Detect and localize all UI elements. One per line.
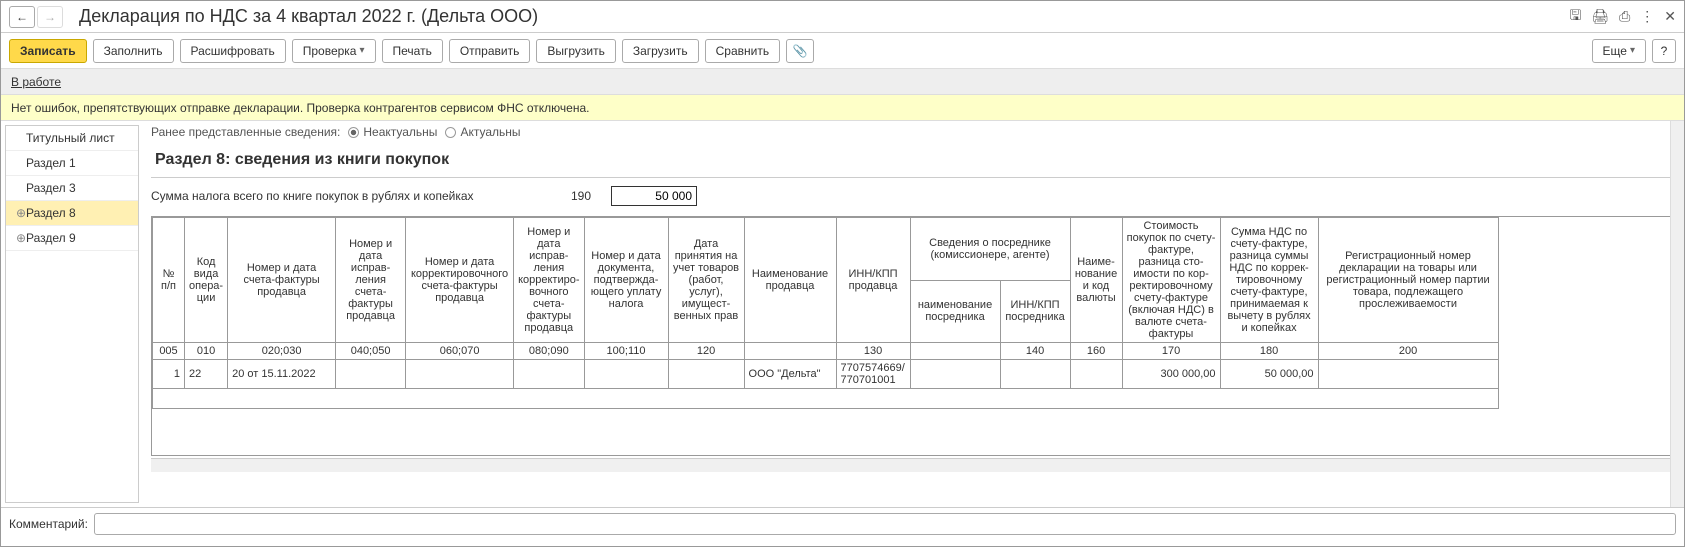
th-corr: Номер и дата исправ-ления счета-фактуры … <box>336 218 406 343</box>
th-adj-corr: Номер и дата исправ-ления корректиро-воч… <box>514 218 584 343</box>
code-cell: 060;070 <box>406 343 514 360</box>
code-cell: 010 <box>185 343 228 360</box>
th-agent: Сведения о посреднике (комиссионере, аге… <box>910 218 1070 281</box>
page-title: Декларация по НДС за 4 квартал 2022 г. (… <box>79 6 1569 27</box>
comment-label: Комментарий: <box>9 517 88 531</box>
close-icon[interactable]: ✕ <box>1664 8 1676 25</box>
sidebar-item-section8[interactable]: ⊕Раздел 8 <box>6 201 138 226</box>
compare-button[interactable]: Сравнить <box>705 39 780 63</box>
cell: 7707574669/770701001 <box>836 360 910 389</box>
radio-not-actual[interactable]: Неактуальны <box>348 125 437 139</box>
code-cell: 140 <box>1000 343 1070 360</box>
th-vat: Сумма НДС по счету-фактуре, разница сумм… <box>1220 218 1318 343</box>
horizontal-scrollbar[interactable] <box>151 458 1676 472</box>
section-title: Раздел 8: сведения из книги покупок <box>151 145 1676 178</box>
prev-data-row: Ранее представленные сведения: Неактуаль… <box>151 125 1676 139</box>
radio-dot-icon <box>445 127 456 138</box>
th-inn: ИНН/КПП продавца <box>836 218 910 343</box>
code-cell: 005 <box>153 343 185 360</box>
cell <box>1318 360 1498 389</box>
sum-label: Сумма налога всего по книге покупок в ру… <box>151 189 551 203</box>
data-table[interactable]: № п/п Код вида опера-ции Номер и дата сч… <box>151 216 1676 456</box>
sidebar-item-section3[interactable]: Раздел 3 <box>6 176 138 201</box>
th-reg: Регистрационный номер декларации на това… <box>1318 218 1498 343</box>
write-button[interactable]: Записать <box>9 39 87 63</box>
th-accdate: Дата принятия на учет товаров (работ, ус… <box>668 218 744 343</box>
code-cell: 040;050 <box>336 343 406 360</box>
preview-icon[interactable]: ⎙ <box>1619 8 1630 25</box>
radio-actual[interactable]: Актуальны <box>445 125 520 139</box>
sum-input[interactable] <box>611 186 697 206</box>
forward-button[interactable]: → <box>37 6 63 28</box>
print-icon[interactable]: 🖨 <box>1591 8 1609 25</box>
th-opcode: Код вида опера-ции <box>185 218 228 343</box>
th-paydoc: Номер и дата документа, подтвержда-ющего… <box>584 218 668 343</box>
code-cell <box>910 343 1000 360</box>
attach-button[interactable]: 📎 <box>786 39 814 63</box>
sidebar-item-section9[interactable]: ⊕Раздел 9 <box>6 226 138 251</box>
status-bar[interactable]: В работе <box>1 69 1684 95</box>
cell: 1 <box>153 360 185 389</box>
sidebar-item-section1[interactable]: Раздел 1 <box>6 151 138 176</box>
cell <box>336 360 406 389</box>
kebab-icon[interactable]: ⋮ <box>1640 8 1654 25</box>
sum-code: 190 <box>561 189 601 203</box>
check-button[interactable]: Проверка <box>292 39 376 63</box>
th-seller: Наименование продавца <box>744 218 836 343</box>
sidebar-item-title[interactable]: Титульный лист <box>6 126 138 151</box>
code-cell: 170 <box>1122 343 1220 360</box>
th-num: № п/п <box>153 218 185 343</box>
cell: 20 от 15.11.2022 <box>228 360 336 389</box>
code-cell <box>744 343 836 360</box>
table-row[interactable]: 1 22 20 от 15.11.2022 ООО "Дельта" 77075… <box>153 360 1499 389</box>
help-button[interactable]: ? <box>1652 39 1676 63</box>
th-cost: Стоимость покупок по счету-фактуре, разн… <box>1122 218 1220 343</box>
print-button[interactable]: Печать <box>382 39 443 63</box>
cell <box>406 360 514 389</box>
decode-button[interactable]: Расшифровать <box>180 39 286 63</box>
back-button[interactable]: ← <box>9 6 35 28</box>
th-agent-inn: ИНН/КПП посредника <box>1000 280 1070 343</box>
info-bar: Нет ошибок, препятствующих отправке декл… <box>1 95 1684 121</box>
th-currency: Наиме-нование и код валюты <box>1070 218 1122 343</box>
save-icon[interactable]: 🖫 <box>1569 5 1581 29</box>
fill-button[interactable]: Заполнить <box>93 39 174 63</box>
code-cell: 200 <box>1318 343 1498 360</box>
cell: 300 000,00 <box>1122 360 1220 389</box>
cell <box>514 360 584 389</box>
vertical-scrollbar[interactable] <box>1670 121 1684 507</box>
code-cell: 120 <box>668 343 744 360</box>
sidebar: Титульный лист Раздел 1 Раздел 3 ⊕Раздел… <box>5 125 139 503</box>
code-cell: 080;090 <box>514 343 584 360</box>
radio-dot-icon <box>348 127 359 138</box>
th-invoice: Номер и дата счета-фактуры продавца <box>228 218 336 343</box>
table-row[interactable] <box>153 389 1499 409</box>
cell <box>668 360 744 389</box>
cell: ООО "Дельта" <box>744 360 836 389</box>
code-cell: 130 <box>836 343 910 360</box>
comment-input[interactable] <box>94 513 1676 535</box>
more-button[interactable]: Еще <box>1592 39 1646 63</box>
code-cell: 180 <box>1220 343 1318 360</box>
cell <box>1000 360 1070 389</box>
send-button[interactable]: Отправить <box>449 39 531 63</box>
code-cell: 020;030 <box>228 343 336 360</box>
cell <box>910 360 1000 389</box>
th-adj: Номер и дата корректировочного счета-фак… <box>406 218 514 343</box>
code-cell: 160 <box>1070 343 1122 360</box>
cell: 22 <box>185 360 228 389</box>
th-agent-name: наименование посредника <box>910 280 1000 343</box>
cell <box>584 360 668 389</box>
download-button[interactable]: Загрузить <box>622 39 699 63</box>
code-cell: 100;110 <box>584 343 668 360</box>
cell <box>1070 360 1122 389</box>
cell: 50 000,00 <box>1220 360 1318 389</box>
upload-button[interactable]: Выгрузить <box>536 39 616 63</box>
